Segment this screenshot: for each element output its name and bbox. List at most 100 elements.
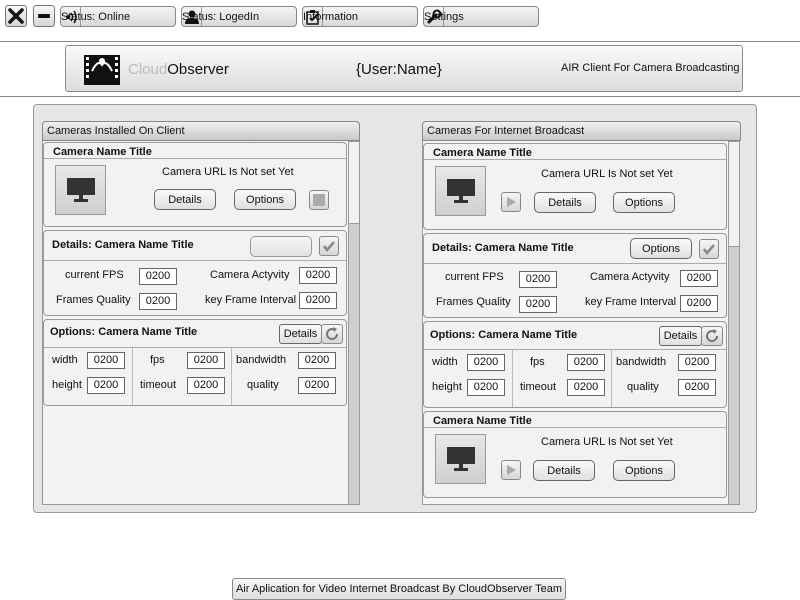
quality-value: 0200	[298, 377, 336, 394]
fps-label: fps	[150, 354, 165, 366]
details-title: Details: Camera Name Title	[432, 242, 574, 254]
camera-panel: Camera Name Title Camera URL Is Not set …	[43, 142, 347, 227]
fps-value: 0200	[567, 354, 605, 371]
frames-quality-value: 0200	[519, 296, 557, 313]
keyframe-interval-value: 0200	[680, 295, 718, 312]
information-label: Information	[303, 10, 359, 23]
settings-button[interactable]: Settings	[423, 6, 539, 27]
right-camera-column: Cameras For Internet Broadcast Camera Na…	[422, 121, 741, 505]
status-online-label: Status: Online	[61, 10, 131, 23]
options-details-button[interactable]: Details	[279, 324, 322, 344]
divider	[512, 350, 513, 407]
details-button[interactable]: Details	[533, 460, 595, 481]
current-fps-value: 0200	[519, 271, 557, 288]
keyframe-interval-label: key Frame Interval	[585, 296, 677, 308]
refresh-button[interactable]	[701, 326, 723, 346]
top-toolbar: Status: Online Status: LogedIn Informati…	[0, 0, 800, 34]
keyframe-interval-value: 0200	[299, 292, 337, 309]
stop-icon	[313, 194, 325, 206]
right-scroll-thumb[interactable]	[729, 142, 739, 247]
camera-activity-label: Camera Actyvity	[210, 269, 290, 281]
divider	[424, 349, 726, 350]
divider	[132, 348, 133, 405]
width-value: 0200	[87, 352, 125, 369]
stop-button[interactable]	[309, 190, 329, 210]
options-title: Options: Camera Name Title	[50, 326, 198, 338]
options-button[interactable]: Options	[234, 189, 296, 210]
close-button[interactable]	[5, 5, 27, 27]
camera-title: Camera Name Title	[433, 147, 532, 159]
details-empty-button[interactable]	[250, 236, 312, 257]
status-logged-label: Status: LogedIn	[182, 10, 260, 23]
timeout-value: 0200	[567, 379, 605, 396]
bandwidth-label: bandwidth	[616, 356, 667, 368]
camera-activity-value: 0200	[680, 270, 718, 287]
minimize-button[interactable]	[33, 5, 55, 27]
play-button[interactable]	[501, 460, 521, 480]
right-column-header: Cameras For Internet Broadcast	[422, 121, 741, 141]
height-label: height	[432, 381, 462, 393]
refresh-icon	[326, 327, 339, 341]
status-online-button[interactable]: Status: Online	[60, 6, 176, 27]
play-icon	[507, 465, 516, 475]
monitor-icon	[446, 179, 475, 203]
monitor-icon	[66, 178, 95, 202]
camera-url: Camera URL Is Not set Yet	[541, 436, 673, 448]
play-button[interactable]	[501, 192, 521, 212]
options-panel: Options: Camera Name Title Details width…	[423, 321, 727, 408]
divider	[0, 41, 800, 42]
width-value: 0200	[467, 354, 505, 371]
camera-title: Camera Name Title	[53, 146, 152, 158]
app-header: CloudObserver {User:Name} AIR Client For…	[65, 45, 743, 92]
camera-activity-label: Camera Actyvity	[590, 271, 670, 283]
user-name: {User:Name}	[356, 61, 442, 78]
options-panel: Options: Camera Name Title Details width…	[43, 319, 347, 406]
checkmark-icon	[323, 241, 335, 252]
refresh-button[interactable]	[321, 324, 343, 344]
camera-panel: Camera Name Title Camera URL Is Not set …	[423, 411, 727, 498]
left-scroll-thumb[interactable]	[349, 142, 359, 224]
details-panel: Details: Camera Name Title current FPS 0…	[43, 230, 347, 316]
details-options-button[interactable]: Options	[630, 238, 692, 259]
timeout-label: timeout	[140, 379, 177, 391]
frames-quality-label: Frames Quality	[436, 296, 511, 308]
status-logged-button[interactable]: Status: LogedIn	[181, 6, 297, 27]
brand-name: CloudObserver	[128, 61, 229, 78]
details-button[interactable]: Details	[154, 189, 216, 210]
width-label: width	[432, 356, 458, 368]
confirm-button[interactable]	[699, 239, 719, 259]
play-icon	[507, 197, 516, 207]
camera-title: Camera Name Title	[433, 415, 532, 427]
options-title: Options: Camera Name Title	[430, 329, 578, 341]
fps-label: fps	[530, 356, 545, 368]
main-panel: Cameras Installed On Client Camera Name …	[33, 104, 757, 513]
camera-panel: Camera Name Title Camera URL Is Not set …	[423, 143, 727, 230]
options-button[interactable]: Options	[613, 460, 675, 481]
frames-quality-label: Frames Quality	[56, 294, 131, 306]
left-camera-column: Cameras Installed On Client Camera Name …	[42, 121, 360, 505]
divider	[424, 263, 726, 264]
left-scrollbar[interactable]	[348, 141, 360, 505]
details-title: Details: Camera Name Title	[52, 239, 194, 251]
camera-url: Camera URL Is Not set Yet	[541, 168, 673, 180]
options-button[interactable]: Options	[613, 192, 675, 213]
right-scrollbar[interactable]	[728, 141, 740, 505]
height-value: 0200	[87, 377, 125, 394]
brand-cloud: Cloud	[128, 61, 168, 78]
confirm-button[interactable]	[319, 236, 339, 256]
height-label: height	[52, 379, 82, 391]
bandwidth-value: 0200	[298, 352, 336, 369]
camera-url: Camera URL Is Not set Yet	[162, 166, 294, 178]
options-details-button[interactable]: Details	[659, 326, 702, 346]
bandwidth-value: 0200	[678, 354, 716, 371]
settings-label: Settings	[424, 10, 464, 23]
divider	[44, 260, 346, 261]
details-button[interactable]: Details	[534, 192, 596, 213]
current-fps-label: current FPS	[65, 269, 124, 281]
minimize-icon	[38, 14, 50, 18]
keyframe-interval-label: key Frame Interval	[205, 294, 297, 306]
film-logo-icon	[80, 49, 124, 89]
information-button[interactable]: Information	[302, 6, 418, 27]
camera-thumbnail	[55, 165, 106, 215]
tagline: AIR Client For Camera Broadcasting	[561, 62, 740, 74]
